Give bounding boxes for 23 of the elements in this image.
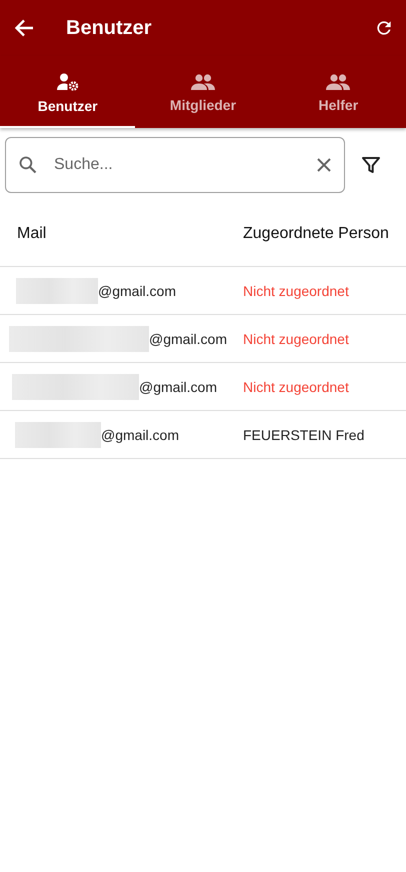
- group-icon: [326, 74, 350, 90]
- email-suffix: @gmail.com: [149, 330, 228, 346]
- assigned-person: Nicht zugeordnet: [243, 282, 349, 298]
- email-suffix: @gmail.com: [139, 378, 218, 394]
- assigned-person: Nicht zugeordnet: [243, 330, 349, 346]
- column-header: Zugeordnete Person: [243, 225, 389, 243]
- tab[interactable]: Mitglieder: [135, 56, 271, 128]
- tab[interactable]: Benutzer: [0, 56, 136, 128]
- search-input[interactable]: Suche...: [52, 155, 302, 175]
- back-button[interactable]: [14, 19, 34, 37]
- filter-button[interactable]: [362, 156, 380, 174]
- column-header: Mail: [16, 225, 48, 243]
- email-suffix: @gmail.com: [101, 426, 180, 442]
- assigned-person: FEUERSTEIN Fred: [243, 426, 364, 442]
- search-icon: [18, 155, 38, 175]
- screen-title: Benutzer: [66, 16, 153, 40]
- user-settings-icon: [56, 72, 79, 90]
- clear-button[interactable]: [316, 157, 332, 173]
- tab[interactable]: Helfer: [270, 56, 406, 128]
- assigned-person: Nicht zugeordnet: [243, 378, 349, 394]
- group-icon: [190, 74, 215, 90]
- email-suffix: @gmail.com: [98, 282, 176, 298]
- search-field[interactable]: Suche...: [5, 137, 345, 193]
